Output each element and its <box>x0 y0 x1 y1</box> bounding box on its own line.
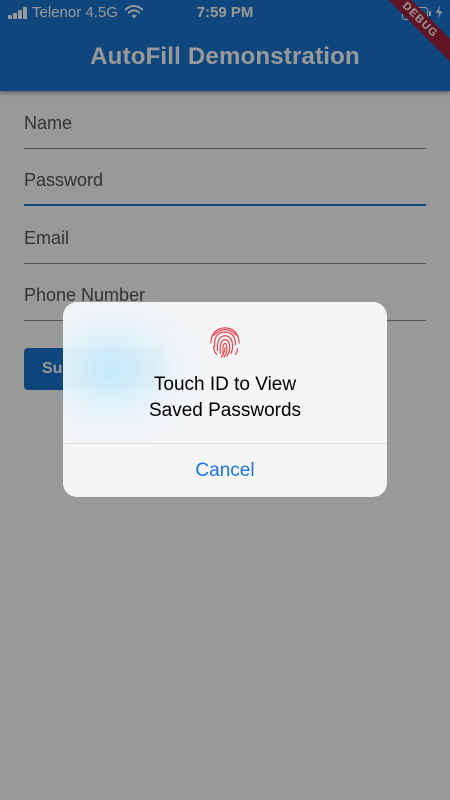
dialog-title-line-2: Saved Passwords <box>148 400 302 421</box>
fingerprint-icon <box>210 327 240 358</box>
dialog-title: Touch ID to View Saved Passwords <box>63 372 387 424</box>
cancel-button[interactable]: Cancel <box>63 444 387 497</box>
dialog-title-line-1: Touch ID to View <box>153 374 297 395</box>
touch-id-dialog: Touch ID to View Saved Passwords Cancel <box>63 302 387 497</box>
